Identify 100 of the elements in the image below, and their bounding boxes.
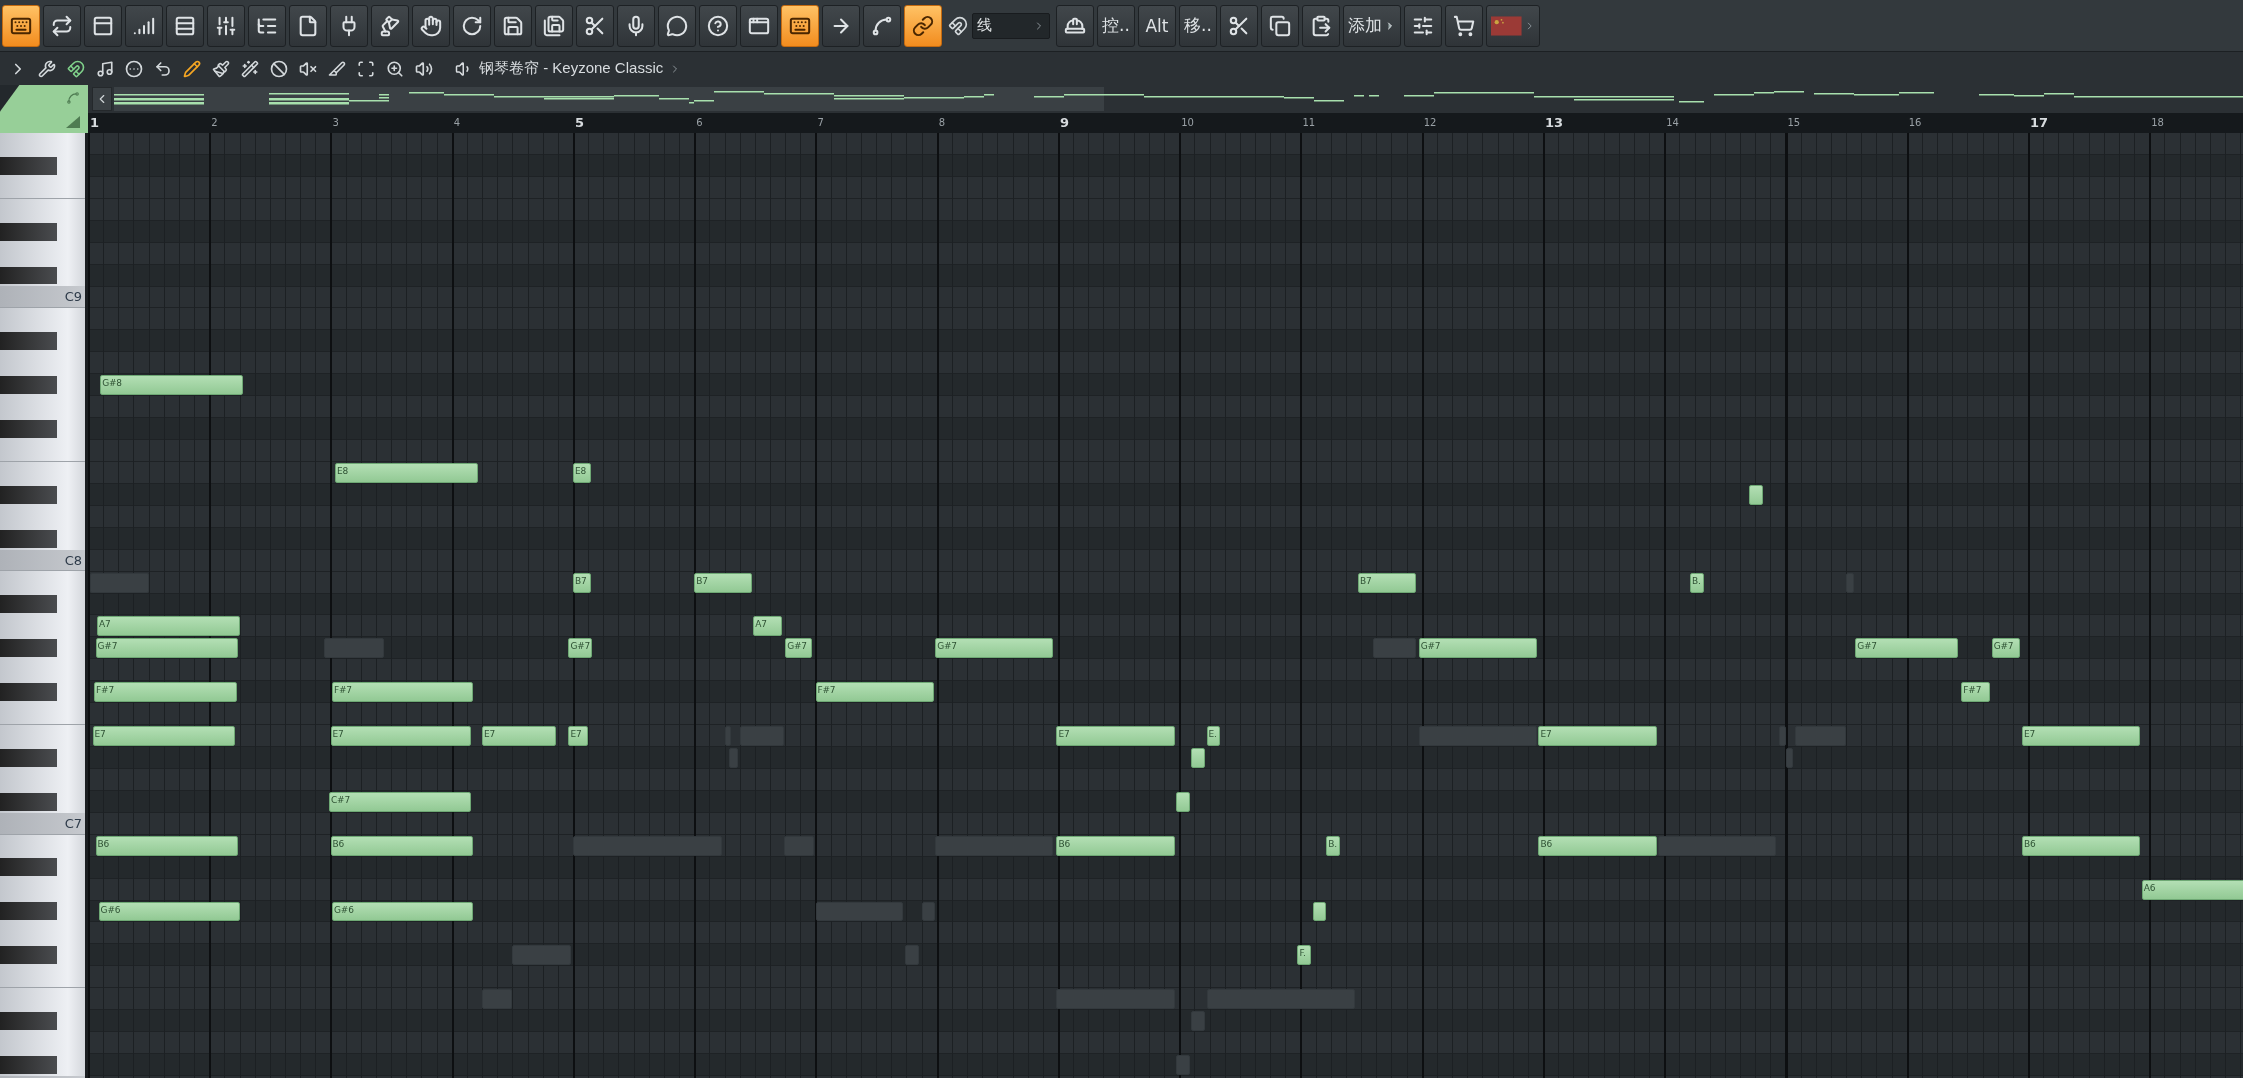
note[interactable]: E7 — [482, 726, 557, 747]
note[interactable]: F. — [1297, 945, 1312, 966]
toolbar-button[interactable] — [576, 4, 614, 47]
note[interactable]: B. — [1326, 835, 1340, 856]
timeline-ruler[interactable]: 1 2 3 4 5 6 7 8 9 10 11 12 13 14 15 16 17 18 — [88, 113, 2243, 133]
note[interactable]: A6 — [2141, 879, 2243, 900]
toolbar-button[interactable] — [84, 4, 122, 47]
toolbar-button[interactable]: Alt — [1138, 4, 1176, 47]
note[interactable]: G#7 — [935, 638, 1054, 659]
note[interactable] — [1312, 901, 1327, 922]
note[interactable]: B6 — [1538, 835, 1657, 856]
note[interactable]: G#7 — [1855, 638, 1959, 659]
note[interactable] — [1749, 484, 1763, 505]
toolbar-button[interactable] — [863, 4, 901, 47]
sharp-key[interactable] — [0, 156, 57, 175]
note[interactable]: F#7 — [332, 682, 473, 703]
sharp-key[interactable] — [0, 266, 57, 285]
note[interactable]: F#7 — [1961, 682, 1991, 703]
note[interactable]: E7 — [1056, 726, 1175, 747]
sharp-key[interactable] — [0, 792, 57, 811]
sharp-key[interactable] — [0, 222, 57, 241]
note[interactable]: G#7 — [785, 638, 813, 659]
note[interactable]: F#7 — [94, 682, 237, 703]
toolbar-button[interactable] — [207, 4, 245, 47]
note[interactable]: G#7 — [95, 638, 239, 659]
note[interactable]: G#7 — [1991, 638, 2021, 659]
toolbar-button[interactable]: 移.. — [1179, 4, 1217, 47]
sharp-key[interactable] — [0, 376, 57, 395]
note[interactable]: E7 — [568, 726, 589, 747]
note[interactable]: G#8 — [100, 375, 243, 396]
note[interactable]: C#7 — [329, 791, 472, 812]
sharp-key[interactable] — [0, 332, 57, 351]
octave-label: C7 — [64, 815, 82, 831]
toolbar-button[interactable] — [125, 4, 163, 47]
sharp-key[interactable] — [0, 485, 57, 504]
toolbar-button[interactable] — [904, 4, 942, 47]
brush-icon — [212, 59, 230, 78]
toolbar-button[interactable] — [699, 4, 737, 47]
toolbar-button[interactable] — [1261, 4, 1299, 47]
toolbar-button[interactable] — [248, 4, 286, 47]
toolbar-button[interactable] — [1445, 4, 1483, 47]
note[interactable]: E7 — [330, 726, 472, 747]
toolbar-button[interactable] — [1056, 4, 1094, 47]
toolbar-button[interactable] — [2, 4, 40, 47]
toolbar-button[interactable] — [43, 4, 81, 47]
toolbar-button[interactable] — [494, 4, 532, 47]
sharp-key[interactable] — [0, 639, 57, 658]
toolbar-button[interactable] — [781, 4, 819, 47]
toolbar-button[interactable] — [453, 4, 491, 47]
piano-keyboard[interactable]: C9 C8 C7 — [0, 133, 88, 1078]
note[interactable]: A7 — [97, 616, 240, 637]
note[interactable]: B7 — [1358, 572, 1416, 593]
toolbar-button[interactable]: 控.. — [1097, 4, 1135, 47]
toolbar-button[interactable] — [1302, 4, 1340, 47]
toolbar-button[interactable] — [822, 4, 860, 47]
note[interactable]: G#6 — [332, 901, 473, 922]
toolbar-button[interactable] — [617, 4, 655, 47]
note[interactable]: E8 — [573, 462, 592, 483]
scroll-left-button[interactable] — [92, 87, 112, 111]
sharp-key[interactable] — [0, 748, 57, 767]
note[interactable]: B6 — [330, 835, 473, 856]
note[interactable]: F#7 — [815, 682, 934, 703]
channel-title-button[interactable]: 钢琴卷帘 - Keyzone Classic — [455, 59, 682, 78]
note[interactable]: G#6 — [98, 901, 240, 922]
note[interactable]: E. — [1206, 726, 1221, 747]
toolbar-button[interactable] — [166, 4, 204, 47]
toolbar-button[interactable] — [658, 4, 696, 47]
toolbar-button[interactable] — [289, 4, 327, 47]
snap-dropdown[interactable]: 线 — [972, 12, 1050, 39]
note[interactable]: E7 — [2021, 726, 2141, 747]
note[interactable]: E8 — [335, 462, 478, 483]
toolbar-button[interactable] — [330, 4, 368, 47]
note[interactable]: G#7 — [568, 638, 593, 659]
corner-panel[interactable] — [0, 85, 88, 133]
note[interactable]: B6 — [2021, 835, 2141, 856]
note[interactable]: B7 — [694, 572, 752, 593]
toolbar-button[interactable] — [535, 4, 573, 47]
sharp-key[interactable] — [0, 595, 57, 614]
note[interactable]: E7 — [1538, 726, 1657, 747]
add-menu-button[interactable]: 添加 — [1343, 4, 1401, 47]
note[interactable]: B6 — [95, 835, 239, 856]
sharp-key[interactable] — [0, 946, 57, 965]
note[interactable]: B7 — [573, 572, 592, 593]
note[interactable]: A7 — [753, 616, 783, 637]
sharp-key[interactable] — [0, 902, 57, 921]
sharp-key[interactable] — [0, 1055, 57, 1074]
toolbar-button[interactable] — [371, 4, 409, 47]
toolbar-button[interactable] — [412, 4, 450, 47]
note[interactable]: G#7 — [1418, 638, 1537, 659]
toolbar-button[interactable] — [1404, 4, 1442, 47]
toolbar-button[interactable] — [740, 4, 778, 47]
note-grid[interactable]: G#8 E8 E8 B7 B7 B7 B. A7 A7 G#7 G#7 G#7 G#7 G#7 G#7 G#7 F#7 F#7 F#7 F#7 E7 E7 E7 E7 E7 E. E7 E7 C#7 B6 B6 B6 B. B6 B6 A6 G#6 G#6 F. — [88, 133, 2243, 1078]
note[interactable]: E7 — [92, 726, 235, 747]
sharp-key[interactable] — [0, 529, 57, 548]
note[interactable]: B. — [1690, 572, 1704, 593]
sharp-key[interactable] — [0, 1011, 57, 1030]
note[interactable] — [1176, 791, 1190, 812]
sharp-key[interactable] — [0, 858, 57, 877]
toolbar-button[interactable] — [1220, 4, 1258, 47]
note[interactable]: B6 — [1056, 835, 1175, 856]
